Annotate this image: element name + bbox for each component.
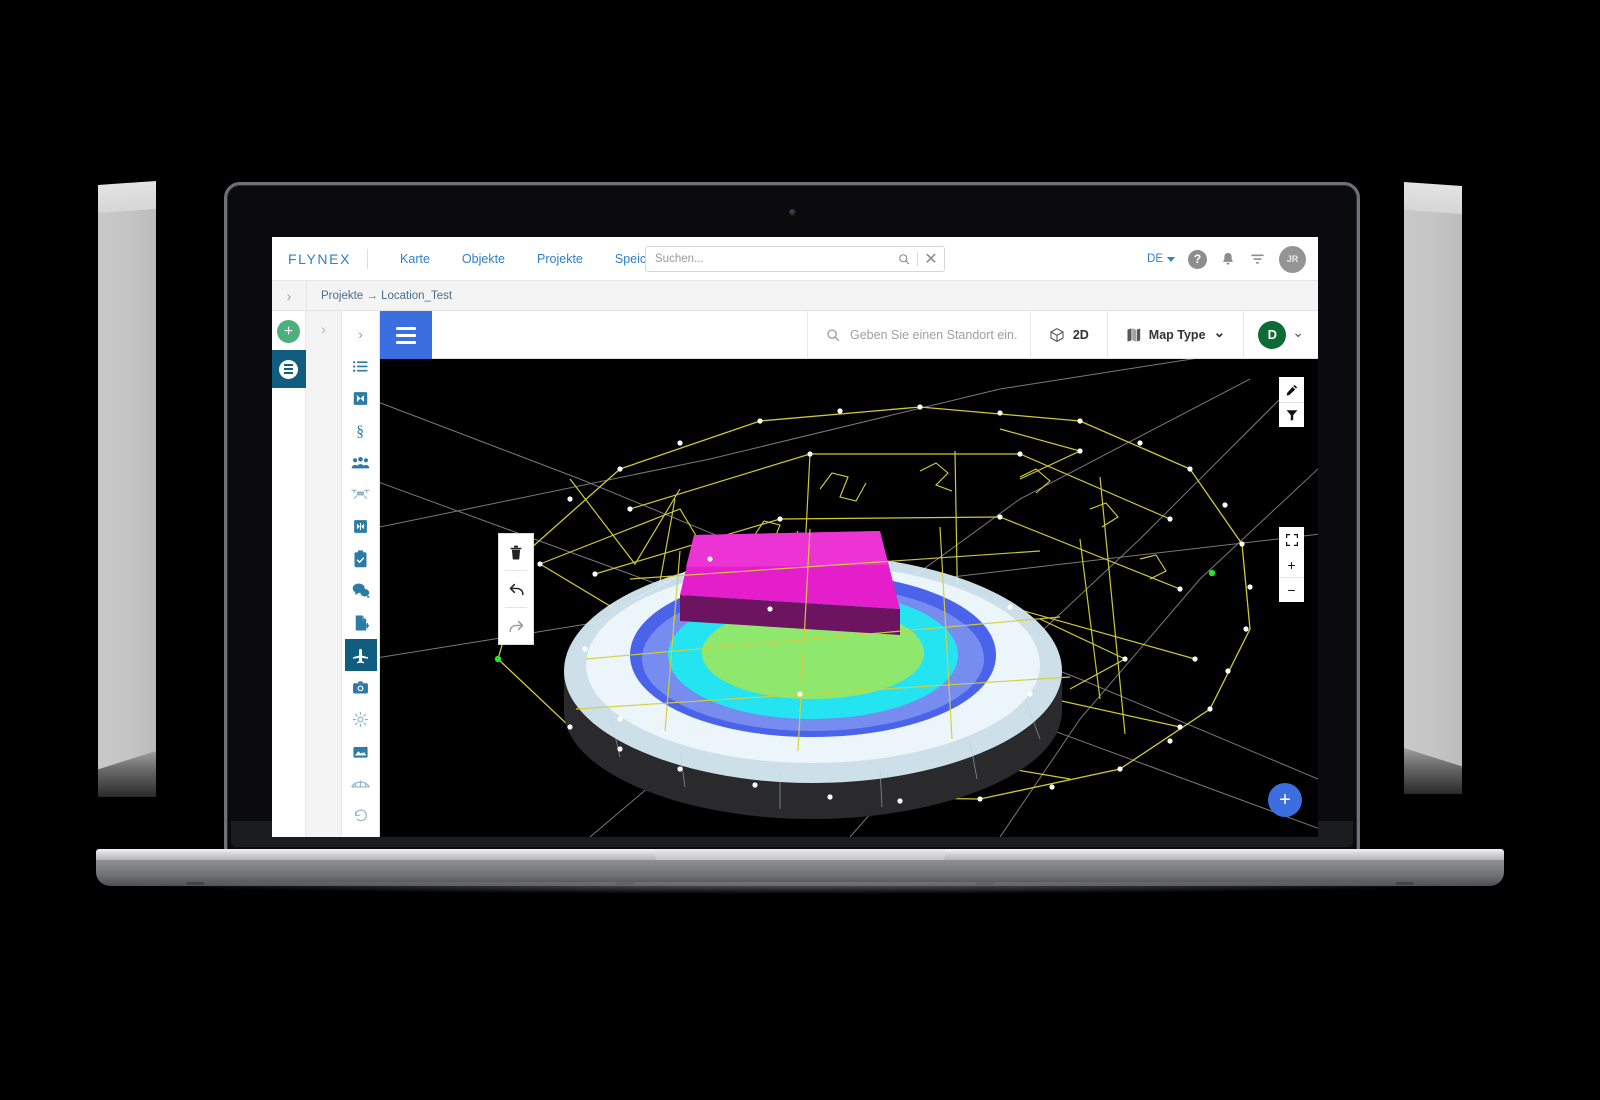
- chevron-down-icon: ⌄: [1292, 323, 1304, 340]
- clear-search-icon[interactable]: ✕: [918, 249, 944, 269]
- map-type-label: Map Type: [1148, 327, 1206, 342]
- decorative-panel-right: [1404, 181, 1462, 794]
- search-icon[interactable]: [891, 253, 917, 265]
- nav-projekte[interactable]: Projekte: [521, 252, 599, 266]
- zoom-out-icon[interactable]: −: [1279, 577, 1304, 602]
- panel-top-edge: [98, 180, 156, 213]
- map-controls-top: [1279, 377, 1304, 427]
- breadcrumb-expand-icon[interactable]: ›: [272, 288, 306, 304]
- zoom-in-icon[interactable]: +: [1279, 552, 1304, 577]
- airplane-icon[interactable]: [344, 639, 377, 671]
- laptop-lid: FLYNEX Karte Objekte Projekte Speicher S…: [224, 182, 1360, 854]
- chevron-down-icon: ⌄: [1213, 323, 1226, 340]
- flynex-app: FLYNEX Karte Objekte Projekte Speicher S…: [272, 237, 1318, 837]
- add-fab[interactable]: +: [1268, 783, 1302, 817]
- map-type-selector[interactable]: Map Type ⌄: [1108, 310, 1245, 359]
- location-search[interactable]: [808, 310, 1031, 359]
- edit-toolbar: [498, 533, 534, 645]
- breadcrumb-bar: › Projekte → Location_Test: [272, 280, 1318, 311]
- top-nav-actions: DE ? JR: [1147, 237, 1306, 281]
- airspace-icon[interactable]: [345, 511, 377, 542]
- map-flag-icon[interactable]: [345, 383, 377, 414]
- base-shadow: [108, 882, 1492, 894]
- layers-stack-icon[interactable]: [272, 350, 306, 388]
- waypoint-start-left: [494, 655, 502, 663]
- terrain-icon[interactable]: [345, 736, 377, 767]
- hamburger-line: [396, 326, 416, 330]
- question-mark-icon[interactable]: ?: [1188, 249, 1207, 269]
- people-group-icon[interactable]: [345, 447, 377, 478]
- map-3d-viewport[interactable]: + − +: [380, 359, 1318, 837]
- redo-icon[interactable]: [499, 608, 533, 644]
- nav-karte[interactable]: Karte: [384, 252, 446, 266]
- primary-rail: +: [272, 311, 306, 837]
- map-icon: [1126, 327, 1141, 343]
- view-mode-label: 2D: [1072, 327, 1089, 342]
- language-selector[interactable]: DE: [1147, 253, 1175, 265]
- drone-icon[interactable]: [345, 479, 377, 510]
- filter-icon[interactable]: [1279, 402, 1304, 427]
- decorative-panel-left: [98, 180, 156, 797]
- search-icon: [826, 328, 840, 342]
- location-search-input[interactable]: [850, 327, 1030, 342]
- cube-icon: [1049, 327, 1065, 343]
- bell-icon[interactable]: [1220, 251, 1236, 268]
- language-label: DE: [1147, 253, 1163, 265]
- nav-objekte[interactable]: Objekte: [446, 252, 521, 266]
- paragraph-icon[interactable]: §: [345, 415, 377, 446]
- delete-icon[interactable]: [499, 534, 533, 570]
- add-project-button[interactable]: +: [277, 320, 300, 343]
- breadcrumb-divider: [306, 280, 307, 311]
- chat-bubbles-icon[interactable]: [345, 575, 377, 606]
- map-toolbar-spacer: [432, 310, 808, 359]
- panel-face: [1404, 186, 1462, 794]
- panel-top-edge: [1404, 181, 1462, 214]
- filter-icon[interactable]: [1249, 252, 1266, 267]
- list-icon[interactable]: [345, 351, 377, 382]
- bridge-icon[interactable]: [345, 768, 377, 799]
- map-user-menu[interactable]: D ⌄: [1244, 311, 1318, 359]
- secondary-rail: ›: [306, 311, 342, 837]
- panel-face: [98, 185, 156, 797]
- screenshot-stage: FLYNEX Karte Objekte Projekte Speicher S…: [0, 0, 1600, 1100]
- tool-rail: › §: [342, 311, 380, 837]
- map-toolbar: 2D Map Type ⌄ D: [432, 310, 1318, 359]
- undo-icon[interactable]: [499, 571, 533, 607]
- sun-weather-icon[interactable]: [345, 704, 377, 735]
- waypoint-start-right: [1208, 569, 1216, 577]
- roof-top-highlight: [686, 531, 888, 567]
- breadcrumb[interactable]: Projekte → Location_Test: [321, 290, 452, 302]
- laptop-mockup: FLYNEX Karte Objekte Projekte Speicher S…: [224, 182, 1360, 854]
- tool-rail-expand-icon[interactable]: ›: [345, 319, 377, 350]
- top-navigation-bar: FLYNEX Karte Objekte Projekte Speicher S…: [272, 237, 1318, 281]
- search-input[interactable]: [646, 253, 891, 265]
- svg-text:§: §: [356, 423, 364, 439]
- webcam: [788, 209, 796, 216]
- rail-expand-icon[interactable]: ›: [306, 321, 341, 337]
- history-icon[interactable]: [345, 800, 377, 831]
- document-add-icon[interactable]: [345, 607, 377, 638]
- view-mode-toggle[interactable]: 2D: [1031, 310, 1108, 359]
- clipboard-check-icon[interactable]: [345, 543, 377, 574]
- map-user-avatar: D: [1258, 320, 1287, 349]
- laptop-screen: FLYNEX Karte Objekte Projekte Speicher S…: [272, 237, 1318, 837]
- camera-icon[interactable]: [345, 672, 377, 703]
- hamburger-icon[interactable]: [380, 311, 432, 359]
- laptop-base: [96, 849, 1504, 894]
- chevron-down-icon: [1167, 256, 1175, 262]
- hamburger-line: [396, 333, 416, 337]
- brand-divider: [367, 248, 369, 269]
- layers-glyph: [279, 359, 298, 379]
- map-controls-zoom: + −: [1279, 527, 1304, 602]
- hamburger-line: [396, 340, 416, 344]
- avatar[interactable]: JR: [1279, 245, 1306, 273]
- global-search[interactable]: ✕: [645, 246, 945, 272]
- fullscreen-icon[interactable]: [1279, 527, 1304, 552]
- flynex-logo[interactable]: FLYNEX: [288, 251, 351, 267]
- pencil-edit-icon[interactable]: [1279, 377, 1304, 402]
